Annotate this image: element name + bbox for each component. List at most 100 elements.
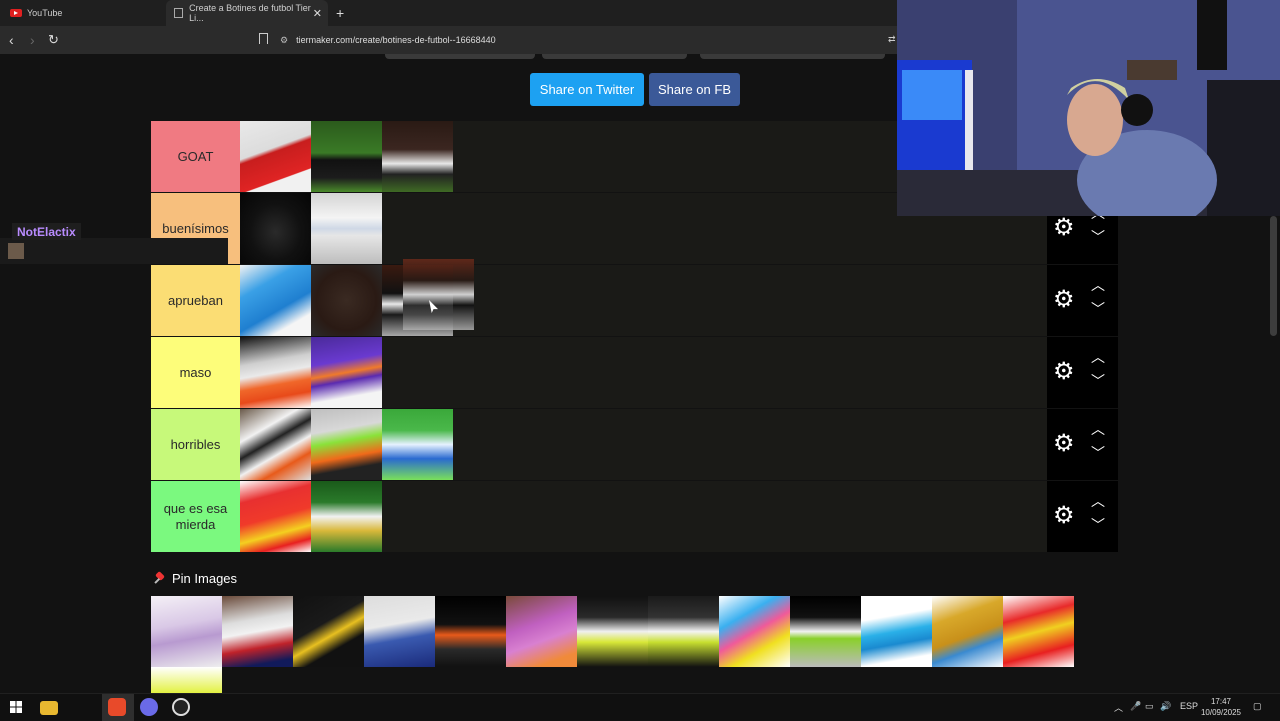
webcam-feed-image bbox=[897, 0, 1280, 216]
clock-time: 17:47 bbox=[1210, 697, 1232, 706]
taskbar: ︿ 🎤 ▭ 🔊 ESP 17:47 10/09/2025 ▢ bbox=[0, 693, 1280, 721]
tier-row: que es esa mierda ⚙ ︿ ﹀ bbox=[151, 481, 1118, 553]
file-explorer-icon[interactable] bbox=[40, 701, 58, 715]
pool-image[interactable] bbox=[151, 667, 222, 693]
obs-icon[interactable] bbox=[172, 698, 190, 716]
translate-icon[interactable]: ⇄ bbox=[888, 34, 896, 45]
brave-browser-icon[interactable] bbox=[108, 698, 126, 716]
tier-label[interactable]: horribles bbox=[151, 409, 240, 480]
boot-image[interactable] bbox=[240, 265, 311, 336]
tier-items[interactable] bbox=[240, 265, 1047, 336]
clock-date: 10/09/2025 bbox=[1200, 708, 1242, 717]
gear-icon[interactable]: ⚙ bbox=[1053, 216, 1075, 240]
site-info-icon[interactable]: ⚙ bbox=[280, 35, 288, 46]
boot-image[interactable] bbox=[240, 193, 311, 264]
windows-start-icon[interactable] bbox=[10, 701, 22, 713]
pool-image[interactable] bbox=[719, 596, 790, 667]
chevron-up-icon[interactable]: ︿ bbox=[1091, 350, 1105, 364]
boot-image[interactable] bbox=[311, 193, 382, 264]
pin-images-header[interactable]: Pin Images bbox=[153, 571, 237, 586]
boot-image[interactable] bbox=[240, 121, 311, 192]
boot-image[interactable] bbox=[311, 337, 382, 408]
chevron-up-icon[interactable]: ︿ bbox=[1091, 422, 1105, 436]
pool-image[interactable] bbox=[151, 596, 222, 667]
gear-icon[interactable]: ⚙ bbox=[1053, 360, 1075, 384]
pool-image[interactable] bbox=[293, 596, 364, 667]
pool-image[interactable] bbox=[222, 596, 293, 667]
pool-image[interactable] bbox=[506, 596, 577, 667]
tier-row: horribles ⚙ ︿ ﹀ bbox=[151, 409, 1118, 481]
microphone-icon[interactable]: 🎤 bbox=[1130, 701, 1141, 712]
chevron-down-icon[interactable]: ﹀ bbox=[1091, 446, 1105, 460]
pool-image[interactable] bbox=[1003, 596, 1074, 667]
tab-youtube[interactable]: YouTube bbox=[0, 0, 165, 26]
tier-label[interactable]: que es esa mierda bbox=[151, 481, 240, 552]
share-fb-button[interactable]: Share on FB bbox=[649, 73, 740, 106]
notifications-icon[interactable]: ▢ bbox=[1253, 701, 1262, 712]
forward-icon[interactable]: › bbox=[30, 32, 35, 48]
back-icon[interactable]: ‹ bbox=[9, 32, 14, 48]
boot-image[interactable] bbox=[311, 409, 382, 480]
tier-row: aprueban ⚙ ︿ ﹀ bbox=[151, 265, 1118, 337]
clock[interactable]: 17:47 10/09/2025 bbox=[1196, 696, 1246, 718]
gear-icon[interactable]: ⚙ bbox=[1053, 288, 1075, 312]
address-text: tiermaker.com/create/botines-de-futbol--… bbox=[296, 35, 496, 45]
chat-avatar bbox=[8, 243, 24, 259]
tier-label[interactable]: aprueban bbox=[151, 265, 240, 336]
gear-icon[interactable]: ⚙ bbox=[1053, 504, 1075, 528]
show-hidden-icons-icon[interactable]: ︿ bbox=[1114, 701, 1123, 714]
tier-items[interactable] bbox=[240, 337, 1047, 408]
boot-image[interactable] bbox=[311, 481, 382, 552]
close-icon[interactable]: ✕ bbox=[313, 7, 322, 20]
pool-image[interactable] bbox=[648, 596, 719, 667]
pool-image[interactable] bbox=[861, 596, 932, 667]
pool-image[interactable] bbox=[932, 596, 1003, 667]
pool-image[interactable] bbox=[364, 596, 435, 667]
network-icon[interactable]: ▭ bbox=[1145, 701, 1154, 712]
tier-items[interactable] bbox=[240, 481, 1047, 552]
boot-image[interactable] bbox=[382, 409, 453, 480]
tier-label[interactable]: maso bbox=[151, 337, 240, 408]
tier-row: maso ⚙ ︿ ﹀ bbox=[151, 337, 1118, 409]
top-button-edge bbox=[542, 54, 687, 59]
chevron-down-icon[interactable]: ﹀ bbox=[1091, 230, 1105, 244]
boot-image[interactable] bbox=[240, 481, 311, 552]
boot-image[interactable] bbox=[311, 265, 382, 336]
boot-image[interactable] bbox=[240, 409, 311, 480]
pool-image[interactable] bbox=[577, 596, 648, 667]
webcam-overlay bbox=[897, 0, 1280, 216]
bookmark-icon[interactable] bbox=[259, 33, 268, 44]
dragged-boot-image[interactable] bbox=[403, 259, 474, 330]
discord-icon[interactable] bbox=[140, 698, 158, 716]
chevron-down-icon[interactable]: ﹀ bbox=[1091, 302, 1105, 316]
pool-image[interactable] bbox=[790, 596, 861, 667]
reload-icon[interactable]: ↻ bbox=[48, 32, 59, 48]
tier-items[interactable] bbox=[240, 409, 1047, 480]
gear-icon[interactable]: ⚙ bbox=[1053, 432, 1075, 456]
tab-tiermaker[interactable]: Create a Botines de futbol Tier Li... ✕ bbox=[166, 0, 328, 26]
chevron-down-icon[interactable]: ﹀ bbox=[1091, 518, 1105, 532]
boot-image[interactable] bbox=[311, 121, 382, 192]
tab-tiermaker-label: Create a Botines de futbol Tier Li... bbox=[189, 3, 311, 23]
address-bar[interactable]: ⚙ tiermaker.com/create/botines-de-futbol… bbox=[280, 30, 900, 50]
boot-image[interactable] bbox=[240, 337, 311, 408]
boot-image[interactable] bbox=[382, 121, 453, 192]
pool-image[interactable] bbox=[435, 596, 506, 667]
page-scrollbar[interactable] bbox=[1270, 216, 1277, 336]
tier-controls: ⚙ ︿ ﹀ bbox=[1047, 481, 1118, 552]
chevron-down-icon[interactable]: ﹀ bbox=[1091, 374, 1105, 388]
top-button-edge bbox=[700, 54, 885, 59]
new-tab-icon[interactable]: + bbox=[336, 5, 344, 21]
tab-youtube-label: YouTube bbox=[27, 8, 63, 18]
youtube-icon bbox=[10, 9, 22, 17]
chevron-up-icon[interactable]: ︿ bbox=[1091, 494, 1105, 508]
tiermaker-icon bbox=[174, 8, 184, 18]
pushpin-icon bbox=[153, 573, 165, 585]
chevron-up-icon[interactable]: ︿ bbox=[1091, 278, 1105, 292]
tier-label[interactable]: GOAT bbox=[151, 121, 240, 192]
tier-controls: ⚙ ︿ ﹀ bbox=[1047, 337, 1118, 408]
pin-images-label: Pin Images bbox=[172, 571, 238, 586]
volume-icon[interactable]: 🔊 bbox=[1160, 701, 1171, 712]
share-twitter-button[interactable]: Share on Twitter bbox=[530, 73, 644, 106]
image-pool bbox=[151, 596, 1081, 693]
